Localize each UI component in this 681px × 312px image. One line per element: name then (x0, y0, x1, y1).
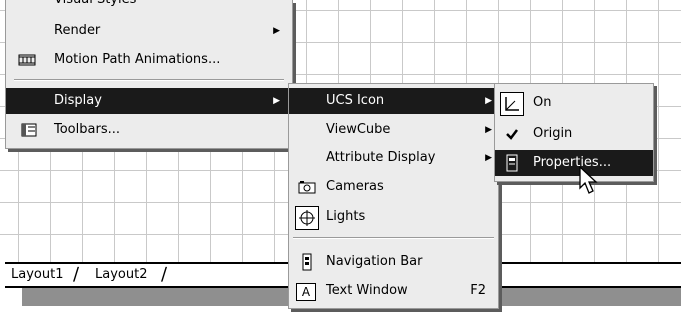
checkmark-icon (503, 125, 521, 143)
menu-item-ucs-icon[interactable]: UCS Icon ▶ (289, 88, 498, 114)
submenu-arrow-icon: ▶ (485, 125, 492, 135)
ucs-axes-icon (500, 92, 524, 116)
menu-separator (293, 237, 494, 239)
menu-item-on[interactable]: On (495, 90, 653, 116)
tab-layout2[interactable]: Layout2 (95, 267, 147, 282)
menu-item-viewcube[interactable]: ViewCube ▶ (289, 117, 498, 143)
menu-item-properties[interactable]: Properties... (495, 150, 653, 176)
tab-layout1[interactable]: Layout1 (11, 267, 63, 282)
text-window-icon: A (296, 283, 316, 301)
tab-divider: ∕ (161, 264, 168, 285)
menu-item-motion-path-animations[interactable]: Motion Path Animations... (6, 47, 292, 73)
menu-item-lights[interactable]: Lights (289, 204, 498, 230)
ucs-icon-submenu: On Origin Properties... (494, 83, 654, 182)
submenu-arrow-icon: ▶ (485, 96, 492, 106)
navigation-bar-icon (298, 253, 316, 271)
menu-item-text-window[interactable]: A Text Window F2 (289, 278, 498, 304)
toolbars-icon (20, 121, 38, 139)
menu-item-attribute-display[interactable]: Attribute Display ▶ (289, 145, 498, 171)
menu-item-toolbars[interactable]: Toolbars... (6, 117, 292, 143)
menu-item-render[interactable]: Render ▶ (6, 18, 292, 44)
menu-item-origin[interactable]: Origin (495, 121, 653, 147)
camera-icon (298, 178, 316, 196)
view-menu: Visual Styles Render ▶ Motion Path Anima… (5, 0, 293, 149)
tab-divider: ∕ (73, 264, 80, 285)
submenu-arrow-icon: ▶ (273, 96, 280, 106)
menu-item-navigation-bar[interactable]: Navigation Bar (289, 249, 498, 275)
lights-icon (295, 206, 319, 230)
menu-item-visual-styles[interactable]: Visual Styles (6, 0, 292, 13)
mouse-cursor-icon (579, 166, 598, 194)
menu-separator (14, 79, 284, 81)
submenu-arrow-icon: ▶ (485, 153, 492, 163)
film-strip-icon (18, 51, 36, 69)
menu-item-cameras[interactable]: Cameras (289, 174, 498, 200)
properties-icon (503, 154, 521, 172)
submenu-arrow-icon: ▶ (273, 26, 280, 36)
display-submenu: UCS Icon ▶ ViewCube ▶ Attribute Display … (288, 83, 499, 309)
menu-item-display[interactable]: Display ▶ (6, 88, 292, 114)
